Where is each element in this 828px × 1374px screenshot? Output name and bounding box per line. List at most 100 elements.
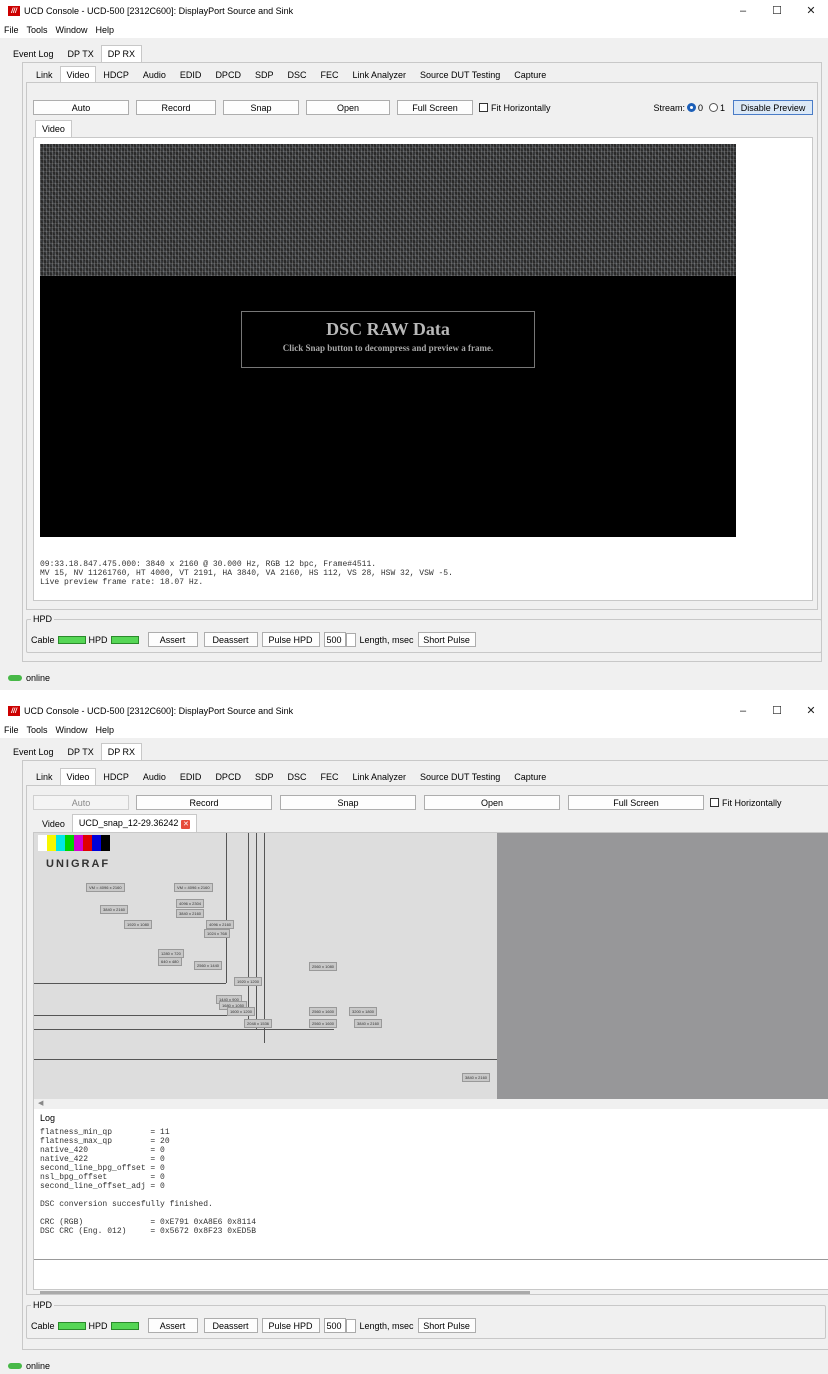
tab-audio[interactable]: Audio xyxy=(136,66,173,83)
menu-window[interactable]: Window xyxy=(56,725,88,735)
hpd-group-label: HPD xyxy=(31,614,55,624)
tab-video[interactable]: Video xyxy=(59,768,97,785)
tab-hdcp[interactable]: HDCP xyxy=(96,66,136,83)
auto-button[interactable]: Auto xyxy=(33,100,129,115)
short-pulse-button[interactable]: Short Pulse xyxy=(417,1318,476,1333)
auto-button[interactable]: Auto xyxy=(33,795,129,810)
tab-sdp[interactable]: SDP xyxy=(248,768,281,785)
tab-fec[interactable]: FEC xyxy=(313,768,345,785)
maximize-icon[interactable]: ☐ xyxy=(760,0,794,22)
checkbox-box[interactable] xyxy=(479,103,488,112)
tab-dp-tx[interactable]: DP TX xyxy=(61,45,101,62)
tab-event-log[interactable]: Event Log xyxy=(6,743,61,760)
resolution-chip: 3840 x 2160 xyxy=(100,905,129,914)
tab-audio[interactable]: Audio xyxy=(136,768,173,785)
app-logo-icon: /// xyxy=(8,6,20,16)
fit-horizontally-label: Fit Horizontally xyxy=(722,797,782,808)
cable-led-icon xyxy=(57,635,86,644)
log-scrollbar[interactable] xyxy=(40,1291,530,1294)
resolution-chip: 2048 x 1536 xyxy=(244,1019,273,1028)
tab-snap[interactable]: UCD_snap_12-29.36242 ✕ xyxy=(71,814,198,832)
tab-link[interactable]: Link xyxy=(29,768,60,785)
tab-video[interactable]: Video xyxy=(59,66,97,83)
window-bottom: /// UCD Console - UCD-500 [2312C600]: Di… xyxy=(0,700,828,1374)
tab-source-dut-testing[interactable]: Source DUT Testing xyxy=(413,66,507,83)
pulse-length-input[interactable]: 500 xyxy=(323,1318,346,1333)
fit-horizontally-checkbox[interactable]: Fit Horizontally xyxy=(710,798,782,808)
snap-button[interactable]: Snap xyxy=(280,795,416,810)
tab-edid[interactable]: EDID xyxy=(173,66,209,83)
tab-dpcd[interactable]: DPCD xyxy=(208,768,248,785)
video-preview: DSC RAW Data Click Snap button to decomp… xyxy=(40,144,736,537)
assert-button[interactable]: Assert xyxy=(147,632,198,647)
tab-fec[interactable]: FEC xyxy=(313,66,345,83)
tab-inner-video[interactable]: Video xyxy=(35,120,72,137)
tab-link-analyzer[interactable]: Link Analyzer xyxy=(345,66,413,83)
hpd-group: HPD Cable HPD Assert Deassert Pulse HPD … xyxy=(26,1300,826,1339)
tab-dsc[interactable]: DSC xyxy=(280,66,313,83)
tab-link[interactable]: Link xyxy=(29,66,60,83)
tab-event-log[interactable]: Event Log xyxy=(6,45,61,62)
snap-panel: UNIGRAF VM = 4096 x 2160 VM = 4096 x 2160… xyxy=(33,832,828,1294)
full-screen-button[interactable]: Full Screen xyxy=(568,795,704,810)
resolution-chip: 1024 x 768 xyxy=(204,929,230,938)
open-button[interactable]: Open xyxy=(306,100,390,115)
close-icon[interactable]: ✕ xyxy=(794,700,828,722)
window-title: UCD Console - UCD-500 [2312C600]: Displa… xyxy=(24,706,294,716)
pulse-hpd-button[interactable]: Pulse HPD xyxy=(261,1318,320,1333)
full-screen-button[interactable]: Full Screen xyxy=(397,100,473,115)
resolution-chip: VM = 4096 x 2160 xyxy=(174,883,213,892)
deassert-button[interactable]: Deassert xyxy=(203,1318,258,1333)
close-tab-icon[interactable]: ✕ xyxy=(181,820,191,829)
checkbox-box[interactable] xyxy=(710,798,719,807)
short-pulse-button[interactable]: Short Pulse xyxy=(417,632,476,647)
minimize-icon[interactable]: – xyxy=(726,0,760,22)
resolution-chip: 2560 x 1080 xyxy=(309,962,338,971)
tab-hdcp[interactable]: HDCP xyxy=(96,768,136,785)
tab-sdp[interactable]: SDP xyxy=(248,66,281,83)
resolution-chip: 3840 x 2160 xyxy=(462,1073,491,1082)
tab-dsc[interactable]: DSC xyxy=(280,768,313,785)
menu-file[interactable]: File xyxy=(4,725,19,735)
horizontal-scrollbar[interactable]: ◀ xyxy=(34,1099,828,1109)
tab-link-analyzer[interactable]: Link Analyzer xyxy=(345,768,413,785)
tab-dp-rx[interactable]: DP RX xyxy=(100,743,143,760)
tab-inner-video[interactable]: Video xyxy=(35,815,72,832)
menu-window[interactable]: Window xyxy=(56,25,88,35)
pulse-hpd-button[interactable]: Pulse HPD xyxy=(261,632,320,647)
pulse-length-spinner[interactable] xyxy=(345,632,356,647)
close-icon[interactable]: ✕ xyxy=(794,0,828,22)
dp-rx-panel: Link Video HDCP Audio EDID DPCD SDP DSC … xyxy=(22,62,822,662)
pulse-length-input[interactable]: 500 xyxy=(323,632,346,647)
deassert-button[interactable]: Deassert xyxy=(203,632,258,647)
tab-capture[interactable]: Capture xyxy=(507,768,553,785)
record-button[interactable]: Record xyxy=(136,795,272,810)
stream-1-radio[interactable] xyxy=(709,103,719,112)
snap-button[interactable]: Snap xyxy=(223,100,299,115)
record-button[interactable]: Record xyxy=(136,100,216,115)
tab-capture[interactable]: Capture xyxy=(507,66,553,83)
minimize-icon[interactable]: – xyxy=(726,700,760,722)
pulse-length-spinner[interactable] xyxy=(345,1318,356,1333)
fit-horizontally-label: Fit Horizontally xyxy=(491,102,551,113)
video-subpanel: Auto Record Snap Open Full Screen Fit Ho… xyxy=(26,82,818,610)
menu-tools[interactable]: Tools xyxy=(27,725,48,735)
disable-preview-button[interactable]: Disable Preview xyxy=(733,100,814,115)
menu-tools[interactable]: Tools xyxy=(27,25,48,35)
tab-edid[interactable]: EDID xyxy=(173,768,209,785)
hpd-label: HPD xyxy=(88,1320,108,1331)
assert-button[interactable]: Assert xyxy=(147,1318,198,1333)
open-button[interactable]: Open xyxy=(424,795,560,810)
fit-horizontally-checkbox[interactable]: Fit Horizontally xyxy=(479,103,551,113)
menu-help[interactable]: Help xyxy=(96,725,115,735)
maximize-icon[interactable]: ☐ xyxy=(760,700,794,722)
resolution-chip: 2560 x 1600 xyxy=(309,1019,338,1028)
tab-dp-tx[interactable]: DP TX xyxy=(61,743,101,760)
tab-dpcd[interactable]: DPCD xyxy=(208,66,248,83)
main-tabs: Event Log DP TX DP RX xyxy=(0,742,828,760)
stream-0-radio[interactable] xyxy=(687,103,697,112)
menu-file[interactable]: File xyxy=(4,25,19,35)
tab-dp-rx[interactable]: DP RX xyxy=(100,45,143,62)
menu-help[interactable]: Help xyxy=(96,25,115,35)
tab-source-dut-testing[interactable]: Source DUT Testing xyxy=(413,768,507,785)
